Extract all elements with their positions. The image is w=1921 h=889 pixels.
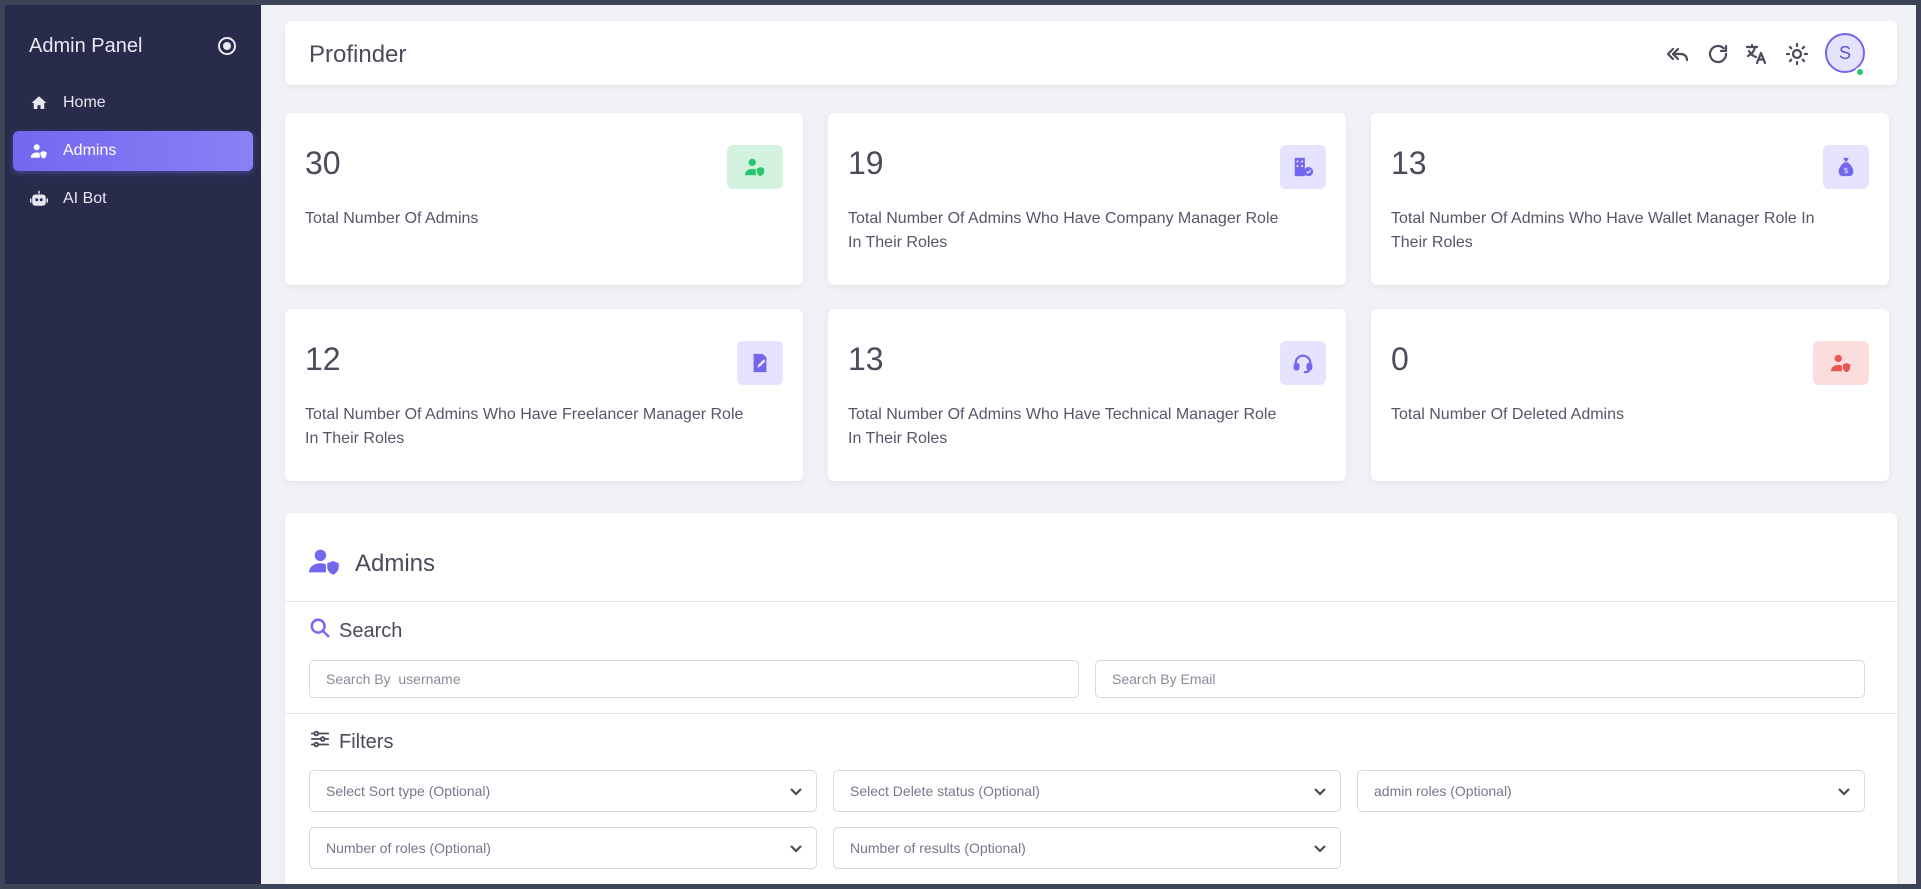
- admins-panel-title: Admins: [355, 549, 436, 577]
- translate-icon[interactable]: [1743, 41, 1769, 67]
- sidebar-item-home[interactable]: Home: [13, 83, 253, 123]
- sidebar: Admin Panel Home Admins AI Bot: [5, 5, 261, 884]
- stat-value: 19: [848, 145, 884, 181]
- building-icon: [1280, 145, 1326, 189]
- stat-card-wallet-managers: 13 Total Number Of Admins Who Have Walle…: [1371, 113, 1889, 285]
- delete-status-select[interactable]: Select Delete status (Optional): [833, 770, 1341, 812]
- chevron-down-icon: [1836, 783, 1852, 799]
- sidebar-item-label: Admins: [63, 142, 117, 159]
- number-of-results-select[interactable]: Number of results (Optional): [833, 827, 1341, 869]
- stat-card-company-managers: 19 Total Number Of Admins Who Have Compa…: [828, 113, 1346, 285]
- svg-text:$: $: [1843, 165, 1848, 175]
- stat-card-freelancer-managers: 12 Total Number Of Admins Who Have Freel…: [285, 309, 803, 481]
- admin-roles-select[interactable]: admin roles (Optional): [1357, 770, 1865, 812]
- stat-label: Total Number Of Admins Who Have Company …: [848, 210, 1279, 251]
- filters-section-title: Filters: [309, 728, 393, 756]
- user-shield-icon: [727, 145, 783, 189]
- money-bag-icon: $: [1823, 145, 1869, 189]
- stat-value: 13: [1391, 145, 1427, 181]
- stat-label: Total Number Of Admins Who Have Freelanc…: [305, 406, 744, 447]
- search-username-input[interactable]: [309, 660, 1079, 698]
- headset-icon: [1280, 341, 1326, 385]
- stat-value: 12: [305, 341, 341, 377]
- user-shield-icon: [309, 547, 341, 580]
- sun-icon[interactable]: [1784, 41, 1810, 67]
- filters-section-label: Filters: [339, 730, 394, 753]
- sidebar-brand: Admin Panel: [29, 35, 143, 57]
- chevron-down-icon: [788, 783, 804, 799]
- select-value: Number of roles (Optional): [326, 840, 491, 856]
- user-shield-icon: [29, 141, 49, 161]
- search-section-label: Search: [339, 619, 403, 642]
- search-icon: [309, 617, 339, 645]
- file-pen-icon: [737, 341, 783, 385]
- select-value: Select Delete status (Optional): [850, 783, 1040, 799]
- reply-all-icon[interactable]: [1665, 41, 1691, 67]
- stat-value: 0: [1391, 341, 1409, 377]
- stat-card-total-admins: 30 Total Number Of Admins: [285, 113, 803, 285]
- chevron-down-icon: [788, 840, 804, 856]
- refresh-icon[interactable]: [1705, 41, 1731, 67]
- robot-icon: [29, 189, 49, 209]
- home-icon: [29, 93, 49, 113]
- stat-label: Total Number Of Admins: [305, 210, 479, 227]
- stat-value: 30: [305, 145, 341, 181]
- sidebar-toggle-icon[interactable]: [218, 37, 236, 55]
- online-status-indicator: [1855, 67, 1865, 77]
- select-value: Number of results (Optional): [850, 840, 1026, 856]
- page-title: Profinder: [309, 41, 407, 68]
- sidebar-item-label: Home: [63, 94, 106, 111]
- number-of-roles-select[interactable]: Number of roles (Optional): [309, 827, 817, 869]
- search-email-input[interactable]: [1095, 660, 1865, 698]
- sliders-icon: [309, 728, 339, 756]
- chevron-down-icon: [1312, 840, 1328, 856]
- select-value: admin roles (Optional): [1374, 783, 1512, 799]
- stat-card-technical-managers: 13 Total Number Of Admins Who Have Techn…: [828, 309, 1346, 481]
- app-window: Admin Panel Home Admins AI Bot Profinder: [5, 5, 1916, 884]
- sidebar-item-ai-bot[interactable]: AI Bot: [13, 179, 253, 219]
- stat-value: 13: [848, 341, 884, 377]
- sort-type-select[interactable]: Select Sort type (Optional): [309, 770, 817, 812]
- sidebar-item-admins[interactable]: Admins: [13, 131, 253, 171]
- admins-panel: Admins Search Filters Select Sort type (…: [285, 513, 1897, 884]
- divider: [285, 601, 1897, 602]
- select-value: Select Sort type (Optional): [326, 783, 491, 799]
- stat-label: Total Number Of Deleted Admins: [1391, 406, 1624, 423]
- sidebar-item-label: AI Bot: [63, 190, 107, 207]
- stat-label: Total Number Of Admins Who Have Technica…: [848, 406, 1277, 447]
- search-section-title: Search: [309, 617, 402, 645]
- stat-card-deleted-admins: 0 Total Number Of Deleted Admins: [1371, 309, 1889, 481]
- top-bar: Profinder S: [285, 21, 1897, 85]
- admins-panel-header: Admins: [309, 547, 435, 580]
- chevron-down-icon: [1312, 783, 1328, 799]
- stat-label: Total Number Of Admins Who Have Wallet M…: [1391, 210, 1815, 251]
- divider: [285, 713, 1897, 714]
- user-shield-icon: [1813, 341, 1869, 385]
